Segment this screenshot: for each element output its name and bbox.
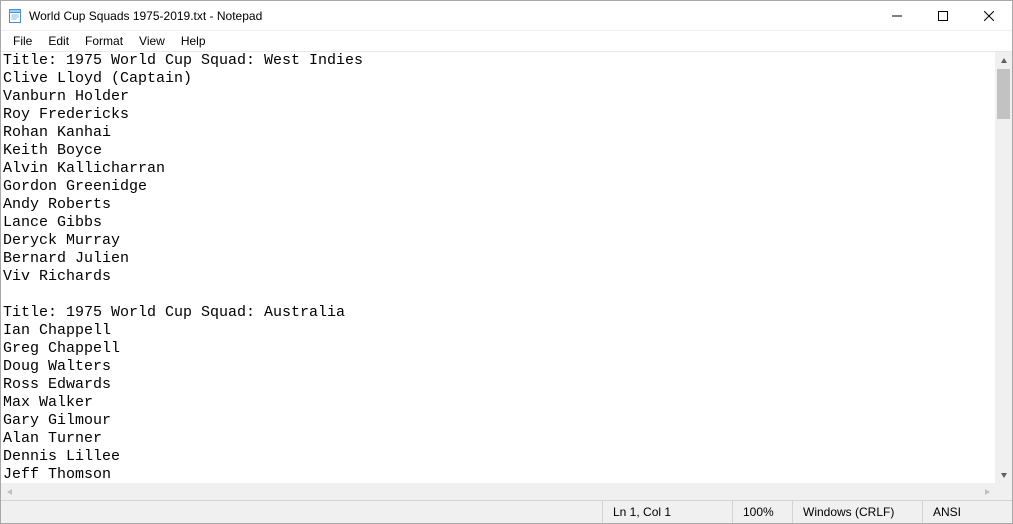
menubar: File Edit Format View Help — [1, 31, 1012, 51]
status-line-ending: Windows (CRLF) — [792, 501, 922, 523]
menu-help[interactable]: Help — [173, 33, 214, 49]
menu-file[interactable]: File — [5, 33, 40, 49]
minimize-button[interactable] — [874, 1, 920, 31]
status-zoom: 100% — [732, 501, 792, 523]
text-editor[interactable]: Title: 1975 World Cup Squad: West Indies… — [1, 52, 1012, 500]
horizontal-scrollbar[interactable] — [1, 483, 995, 500]
menu-edit[interactable]: Edit — [40, 33, 77, 49]
scroll-right-button[interactable] — [978, 483, 995, 500]
scroll-up-button[interactable] — [995, 52, 1012, 69]
editor-area: Title: 1975 World Cup Squad: West Indies… — [1, 51, 1012, 500]
close-button[interactable] — [966, 1, 1012, 31]
statusbar: Ln 1, Col 1 100% Windows (CRLF) ANSI — [1, 500, 1012, 523]
window-title: World Cup Squads 1975-2019.txt - Notepad — [29, 9, 262, 23]
scroll-corner — [995, 483, 1012, 500]
scroll-down-button[interactable] — [995, 466, 1012, 483]
menu-format[interactable]: Format — [77, 33, 131, 49]
titlebar: World Cup Squads 1975-2019.txt - Notepad — [1, 1, 1012, 31]
status-cursor: Ln 1, Col 1 — [602, 501, 732, 523]
menu-view[interactable]: View — [131, 33, 173, 49]
notepad-icon — [7, 8, 23, 24]
maximize-button[interactable] — [920, 1, 966, 31]
vertical-scrollbar[interactable] — [995, 52, 1012, 483]
scroll-left-button[interactable] — [1, 483, 18, 500]
vertical-scroll-thumb[interactable] — [997, 69, 1010, 119]
status-encoding: ANSI — [922, 501, 1012, 523]
text-content[interactable]: Title: 1975 World Cup Squad: West Indies… — [1, 52, 995, 500]
